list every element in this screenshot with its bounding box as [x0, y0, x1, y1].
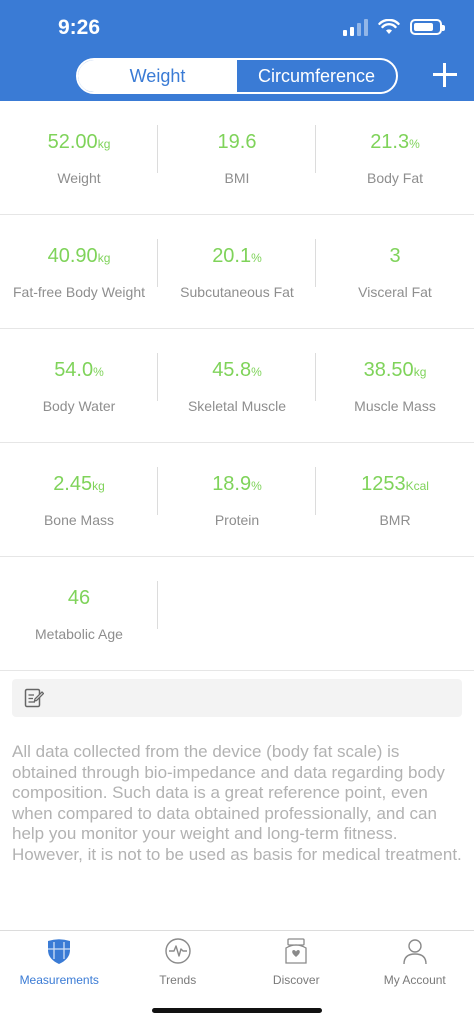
discover-icon [285, 938, 307, 964]
metric-value: 20.1% [212, 244, 262, 267]
metric-label: BMI [224, 169, 250, 186]
metrics-row: 46 Metabolic Age [0, 557, 474, 671]
metric-label: Metabolic Age [35, 625, 123, 642]
metric-label: Protein [214, 511, 260, 528]
metric-label: Visceral Fat [358, 283, 432, 300]
metric-weight[interactable]: 52.00kg Weight [0, 101, 158, 214]
metric-value: 21.3% [370, 130, 420, 153]
metric-bone-mass[interactable]: 2.45kg Bone Mass [0, 443, 158, 556]
home-indicator [152, 1008, 322, 1013]
metric-label: Body Fat [366, 169, 424, 186]
tab-my-account[interactable]: My Account [356, 931, 474, 1024]
metrics-row: 40.90kg Fat-free Body Weight 20.1% Subcu… [0, 215, 474, 329]
measurement-type-toggle: Weight Circumference [76, 58, 398, 94]
metric-label: Body Water [42, 397, 116, 414]
status-icons [343, 18, 445, 36]
disclaimer-text: All data collected from the device (body… [12, 742, 462, 864]
metric-label: Skeletal Muscle [187, 397, 287, 414]
person-icon [403, 939, 427, 965]
metrics-row: 54.0% Body Water 45.8% Skeletal Muscle 3… [0, 329, 474, 443]
wifi-icon [378, 19, 400, 34]
metric-muscle-mass[interactable]: 38.50kg Muscle Mass [316, 329, 474, 442]
metric-body-water[interactable]: 54.0% Body Water [0, 329, 158, 442]
metric-bmr[interactable]: 1253Kcal BMR [316, 443, 474, 556]
metric-bmi[interactable]: 19.6 BMI [158, 101, 316, 214]
metric-fat-free-weight[interactable]: 40.90kg Fat-free Body Weight [0, 215, 158, 328]
metric-value: 1253Kcal [361, 472, 429, 495]
battery-icon [410, 19, 445, 35]
tab-circumference[interactable]: Circumference [237, 60, 396, 92]
metric-label: BMR [379, 511, 411, 528]
metric-value: 19.6 [217, 130, 257, 153]
metric-label: Subcutaneous Fat [180, 283, 294, 300]
metric-value: 54.0% [54, 358, 104, 381]
metric-value: 45.8% [212, 358, 262, 381]
metric-value: 18.9% [212, 472, 262, 495]
metric-value: 3 [389, 244, 401, 267]
metric-label: Fat-free Body Weight [12, 283, 146, 300]
metric-skeletal-muscle[interactable]: 45.8% Skeletal Muscle [158, 329, 316, 442]
tab-label: My Account [383, 973, 446, 987]
metric-protein[interactable]: 18.9% Protein [158, 443, 316, 556]
metric-value: 46 [67, 586, 91, 609]
metrics-row: 52.00kg Weight 19.6 BMI 21.3% Body Fat [0, 101, 474, 215]
metric-label: Bone Mass [43, 511, 115, 528]
add-icon[interactable] [430, 60, 460, 90]
metric-subcutaneous-fat[interactable]: 20.1% Subcutaneous Fat [158, 215, 316, 328]
metric-visceral-fat[interactable]: 3 Visceral Fat [316, 215, 474, 328]
metric-label: Weight [57, 169, 101, 186]
shield-icon [48, 939, 71, 964]
metric-value: 52.00kg [47, 130, 111, 153]
metric-value: 38.50kg [363, 358, 427, 381]
note-bar[interactable] [12, 679, 462, 717]
metric-metabolic-age[interactable]: 46 Metabolic Age [0, 557, 158, 670]
metric-label: Muscle Mass [354, 397, 436, 414]
metrics-row: 2.45kg Bone Mass 18.9% Protein 1253Kcal … [0, 443, 474, 557]
metrics-grid: 52.00kg Weight 19.6 BMI 21.3% Body Fat 4… [0, 101, 474, 671]
app-header: 9:26 Weight Circumference [0, 0, 474, 101]
cellular-signal-icon [343, 18, 368, 36]
tab-measurements[interactable]: Measurements [0, 931, 119, 1024]
tab-weight[interactable]: Weight [78, 60, 237, 92]
metric-value: 2.45kg [53, 472, 105, 495]
tab-label: Trends [159, 973, 197, 987]
tab-label: Measurements [19, 973, 99, 987]
edit-note-icon [24, 688, 44, 708]
status-time: 9:26 [58, 16, 101, 39]
metric-body-fat[interactable]: 21.3% Body Fat [316, 101, 474, 214]
heartbeat-icon [165, 938, 191, 964]
metric-value: 40.90kg [47, 244, 111, 267]
tab-label: Discover [272, 973, 320, 987]
